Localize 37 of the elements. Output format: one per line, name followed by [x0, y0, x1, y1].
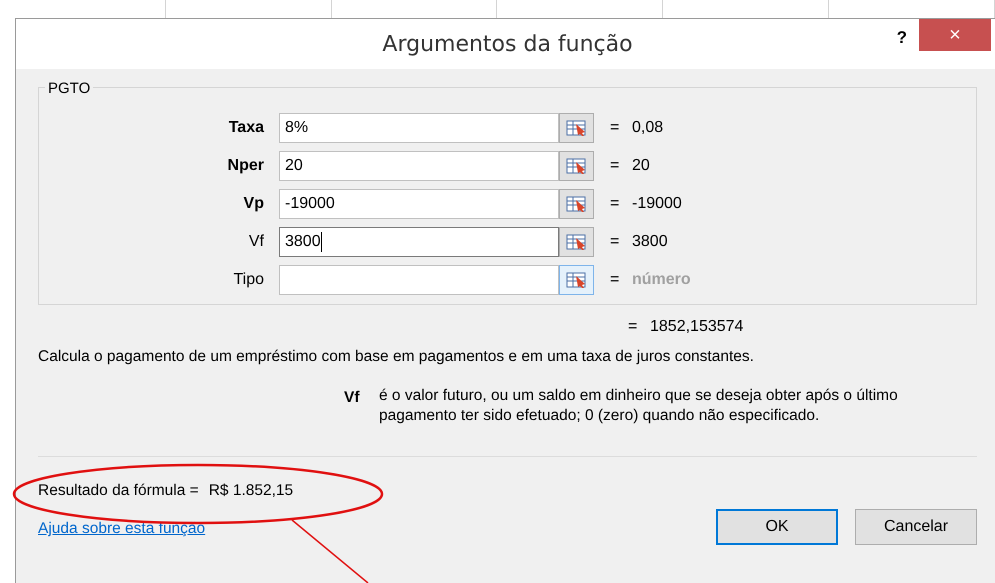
function-result: 1852,153574 [650, 317, 744, 337]
formula-result-label: Resultado da fórmula = [38, 481, 199, 502]
argument-result: número [632, 270, 691, 290]
argument-label: Nper [226, 156, 265, 176]
equals-sign: = [628, 317, 638, 337]
dialog-button[interactable]: Cancelar [855, 508, 977, 544]
argument-label: Vp [242, 194, 265, 214]
range-select-button[interactable] [559, 265, 594, 295]
argument-result: -19000 [632, 194, 682, 214]
help-button[interactable]: ? [896, 25, 907, 50]
range-select-button[interactable] [559, 113, 594, 143]
argument-input[interactable]: 8% [279, 113, 559, 143]
dialog-button[interactable]: OK [716, 508, 838, 544]
argument-name: Vf [344, 388, 360, 408]
argument-label: Vf [248, 232, 265, 252]
argument-input[interactable]: -19000 [279, 189, 559, 219]
argument-description: é o valor futuro, ou um saldo em dinheiro que se deseja obter após o último pagamento ter sido efetuado; 0 (zero) quando não especificado. [379, 386, 899, 426]
argument-label: Taxa [228, 118, 266, 138]
window-title: Argumentos da função [382, 30, 633, 58]
argument-result: 0,08 [632, 118, 664, 138]
range-select-button[interactable] [559, 189, 594, 219]
range-select-button[interactable] [559, 227, 594, 257]
function-description: Calcula o pagamento de um empréstimo com base em pagamentos e em uma taxa de juros constantes. [38, 347, 755, 367]
argument-result: 20 [632, 156, 650, 176]
argument-input[interactable] [279, 265, 559, 295]
equals-sign: = [610, 118, 620, 138]
equals-sign: = [610, 232, 620, 252]
close-button[interactable]: × [919, 19, 991, 51]
equals-sign: = [610, 270, 620, 290]
equals-sign: = [610, 194, 620, 214]
equals-sign: = [610, 156, 620, 176]
range-select-button[interactable] [559, 151, 594, 181]
argument-result: 3800 [632, 232, 668, 252]
argument-label: Tipo [232, 270, 265, 290]
argument-input[interactable]: 3800 [279, 227, 559, 257]
formula-result-value: R$ 1.852,15 [208, 481, 294, 502]
argument-input[interactable]: 20 [279, 151, 559, 181]
